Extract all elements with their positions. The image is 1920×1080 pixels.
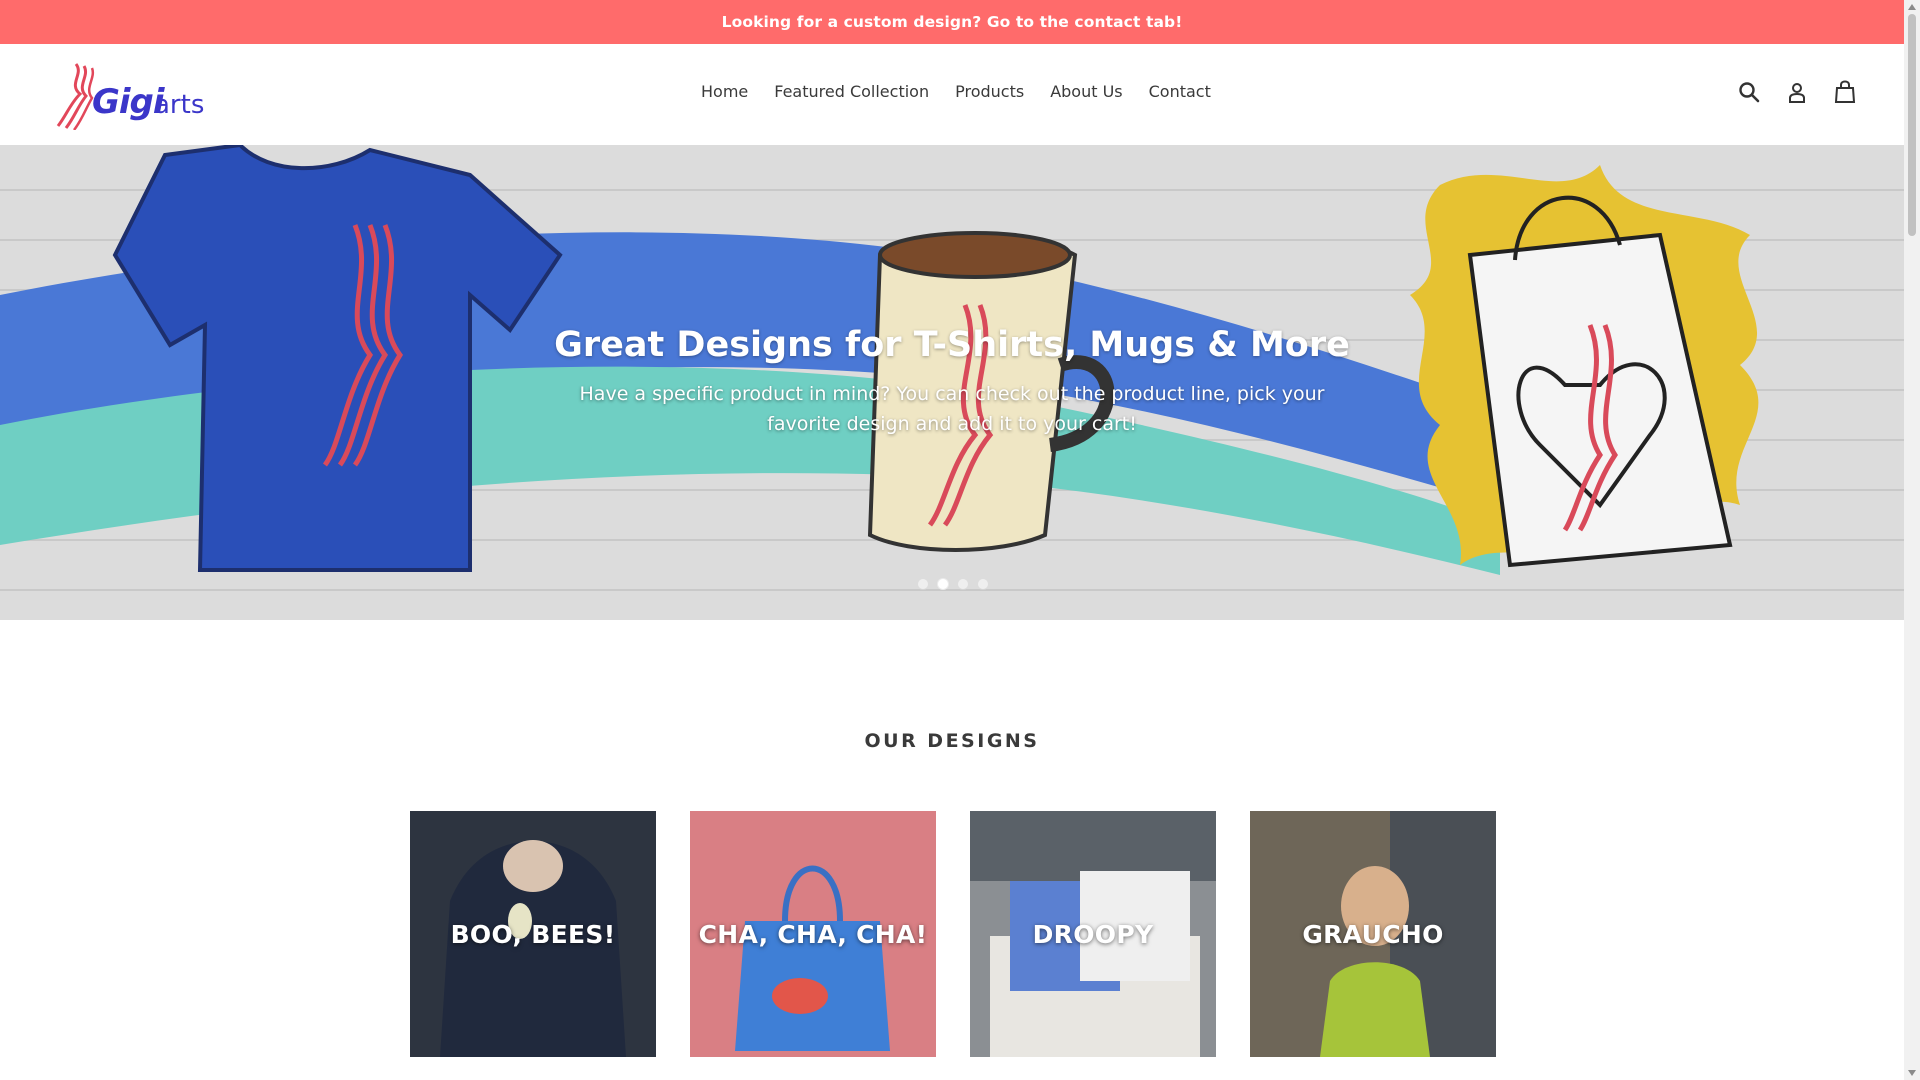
- account-icon[interactable]: [1786, 80, 1808, 104]
- nav-contact[interactable]: Contact: [1136, 82, 1224, 101]
- site-logo[interactable]: Gigi arts: [54, 60, 214, 131]
- design-card[interactable]: DROOPY: [970, 811, 1216, 1057]
- nav-about-us[interactable]: About Us: [1037, 82, 1135, 101]
- hero-subtitle: Have a specific product in mind? You can…: [579, 383, 1325, 435]
- slide-dot-active[interactable]: [937, 578, 949, 590]
- nav-home[interactable]: Home: [688, 82, 761, 101]
- scroll-up-icon[interactable]: [1908, 4, 1916, 10]
- nav-products[interactable]: Products: [942, 82, 1037, 101]
- hero-text: Great Designs for T-Shirts, Mugs & More …: [0, 325, 1904, 439]
- site-header: Gigi arts Home Featured Collection Produ…: [0, 44, 1904, 145]
- hero-slideshow[interactable]: Great Designs for T-Shirts, Mugs & More …: [0, 145, 1904, 620]
- page: Looking for a custom design? Go to the c…: [0, 0, 1920, 1080]
- scrollbar-thumb[interactable]: [1908, 14, 1916, 236]
- logo-text: Gigi: [92, 82, 165, 122]
- slide-dot[interactable]: [917, 578, 929, 590]
- announcement-bar[interactable]: Looking for a custom design? Go to the c…: [0, 0, 1904, 44]
- design-card-label: CHA, CHA, CHA!: [698, 919, 928, 949]
- slideshow-dots: [917, 578, 989, 590]
- design-card-label: BOO, BEES!: [450, 919, 616, 949]
- slide-dot[interactable]: [957, 578, 969, 590]
- design-card[interactable]: GRAUCHO: [1250, 811, 1496, 1057]
- design-card[interactable]: CHA, CHA, CHA!: [690, 811, 936, 1057]
- search-icon[interactable]: [1738, 80, 1760, 104]
- scroll-down-icon[interactable]: [1908, 1070, 1916, 1076]
- hero-title: Great Designs for T-Shirts, Mugs & More: [554, 325, 1350, 365]
- designs-grid: BOO, BEES! CHA, CHA, CHA! DROOPY GRAUCHO: [410, 811, 1496, 1057]
- logo-suffix: arts: [154, 90, 205, 120]
- design-card-label: DROOPY: [1032, 919, 1154, 949]
- section-heading: OUR DESIGNS: [864, 730, 1040, 752]
- main-nav: Home Featured Collection Products About …: [688, 82, 1224, 101]
- page-scrollbar[interactable]: [1904, 0, 1920, 1080]
- design-card[interactable]: BOO, BEES!: [410, 811, 656, 1057]
- announcement-text[interactable]: Looking for a custom design? Go to the c…: [722, 13, 1183, 31]
- header-icons: [1738, 80, 1856, 104]
- cart-icon[interactable]: [1834, 80, 1856, 104]
- slide-dot[interactable]: [977, 578, 989, 590]
- design-card-label: GRAUCHO: [1302, 919, 1444, 949]
- nav-featured-collection[interactable]: Featured Collection: [761, 82, 942, 101]
